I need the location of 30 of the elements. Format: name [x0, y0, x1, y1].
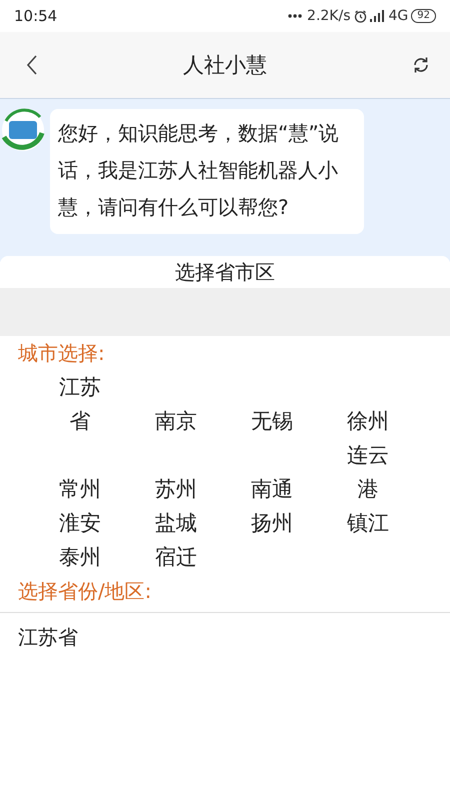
selected-region: 江苏省: [17, 624, 79, 651]
city-option[interactable]: 常州: [32, 472, 128, 506]
page-title: 人社小慧: [183, 52, 267, 79]
clock: 10:54: [14, 7, 58, 25]
signal-icon: [370, 10, 386, 22]
alarm-icon: [354, 10, 366, 22]
chat-bubble: 您好，知识能思考，数据“慧”说话，我是江苏人社智能机器人小慧，请问有什么可以帮您?: [50, 109, 364, 234]
battery-level: 92: [411, 9, 436, 23]
bot-avatar-icon: [0, 107, 46, 153]
city-option[interactable]: 连云港: [320, 438, 416, 506]
picker-title: 选择省市区: [174, 259, 276, 286]
city-option[interactable]: 淮安: [32, 506, 128, 540]
city-option[interactable]: 江苏省: [32, 370, 128, 438]
city-option[interactable]: 盐城: [128, 506, 224, 540]
city-option[interactable]: 苏州: [128, 472, 224, 506]
refresh-icon[interactable]: [412, 56, 430, 74]
dots-icon: [288, 14, 304, 18]
city-option[interactable]: 南京: [128, 404, 224, 438]
city-option[interactable]: 徐州: [320, 404, 416, 438]
city-option[interactable]: 扬州: [224, 506, 320, 540]
network-type: 4G: [388, 8, 408, 24]
network-speed: 2.2K/s: [307, 8, 350, 24]
city-option[interactable]: 宿迁: [128, 540, 224, 574]
city-option[interactable]: 泰州: [32, 540, 128, 574]
city-option[interactable]: 无锡: [224, 404, 320, 438]
city-option[interactable]: 南通: [224, 472, 320, 506]
city-option[interactable]: 镇江: [320, 506, 416, 540]
section-label: 选择省份/地区:: [17, 578, 152, 605]
back-icon[interactable]: [26, 55, 38, 75]
section-label: 城市选择:: [17, 340, 106, 367]
